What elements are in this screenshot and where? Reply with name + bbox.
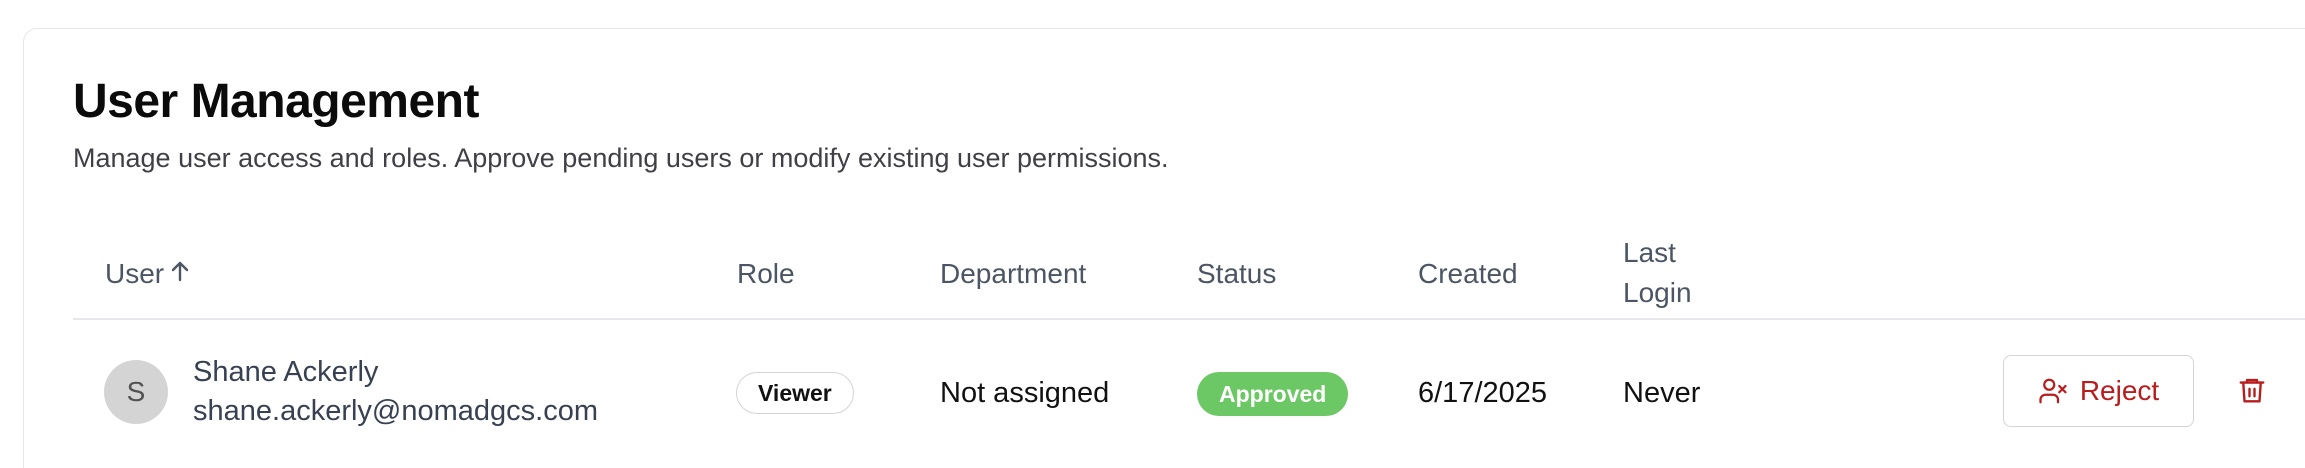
arrow-up-icon: [170, 254, 190, 294]
column-header-last-login-line2: Login: [1623, 277, 1692, 308]
reject-button-label: Reject: [2079, 375, 2160, 406]
user-name: Shane Ackerly: [193, 356, 379, 388]
column-header-role[interactable]: Role: [737, 254, 795, 294]
column-header-status[interactable]: Status: [1197, 254, 1276, 294]
table-row: S Shane Ackerly shane.ackerly@nomadgcs.c…: [73, 320, 2305, 440]
column-header-user[interactable]: User: [105, 254, 190, 294]
last-login-cell: Never: [1623, 377, 1701, 409]
trash-icon: [2237, 375, 2267, 410]
reject-button[interactable]: Reject: [2003, 355, 2194, 427]
avatar: S: [104, 360, 168, 424]
role-badge: Viewer: [736, 372, 854, 414]
page-subtitle: Manage user access and roles. Approve pe…: [73, 143, 1169, 173]
status-badge: Approved: [1197, 372, 1349, 416]
column-header-last-login-line1: Last: [1623, 237, 1676, 268]
page-title: User Management: [73, 75, 479, 128]
column-header-department[interactable]: Department: [940, 254, 1086, 294]
column-header-user-label: User: [105, 258, 165, 289]
department-cell: Not assigned: [940, 377, 1110, 409]
user-x-icon: [2038, 376, 2068, 406]
column-header-created[interactable]: Created: [1418, 254, 1518, 294]
user-email: shane.ackerly@nomadgcs.com: [193, 395, 599, 427]
created-cell: 6/17/2025: [1418, 377, 1548, 409]
column-header-last-login[interactable]: Last Login: [1623, 233, 1743, 313]
delete-button[interactable]: [2230, 370, 2274, 414]
